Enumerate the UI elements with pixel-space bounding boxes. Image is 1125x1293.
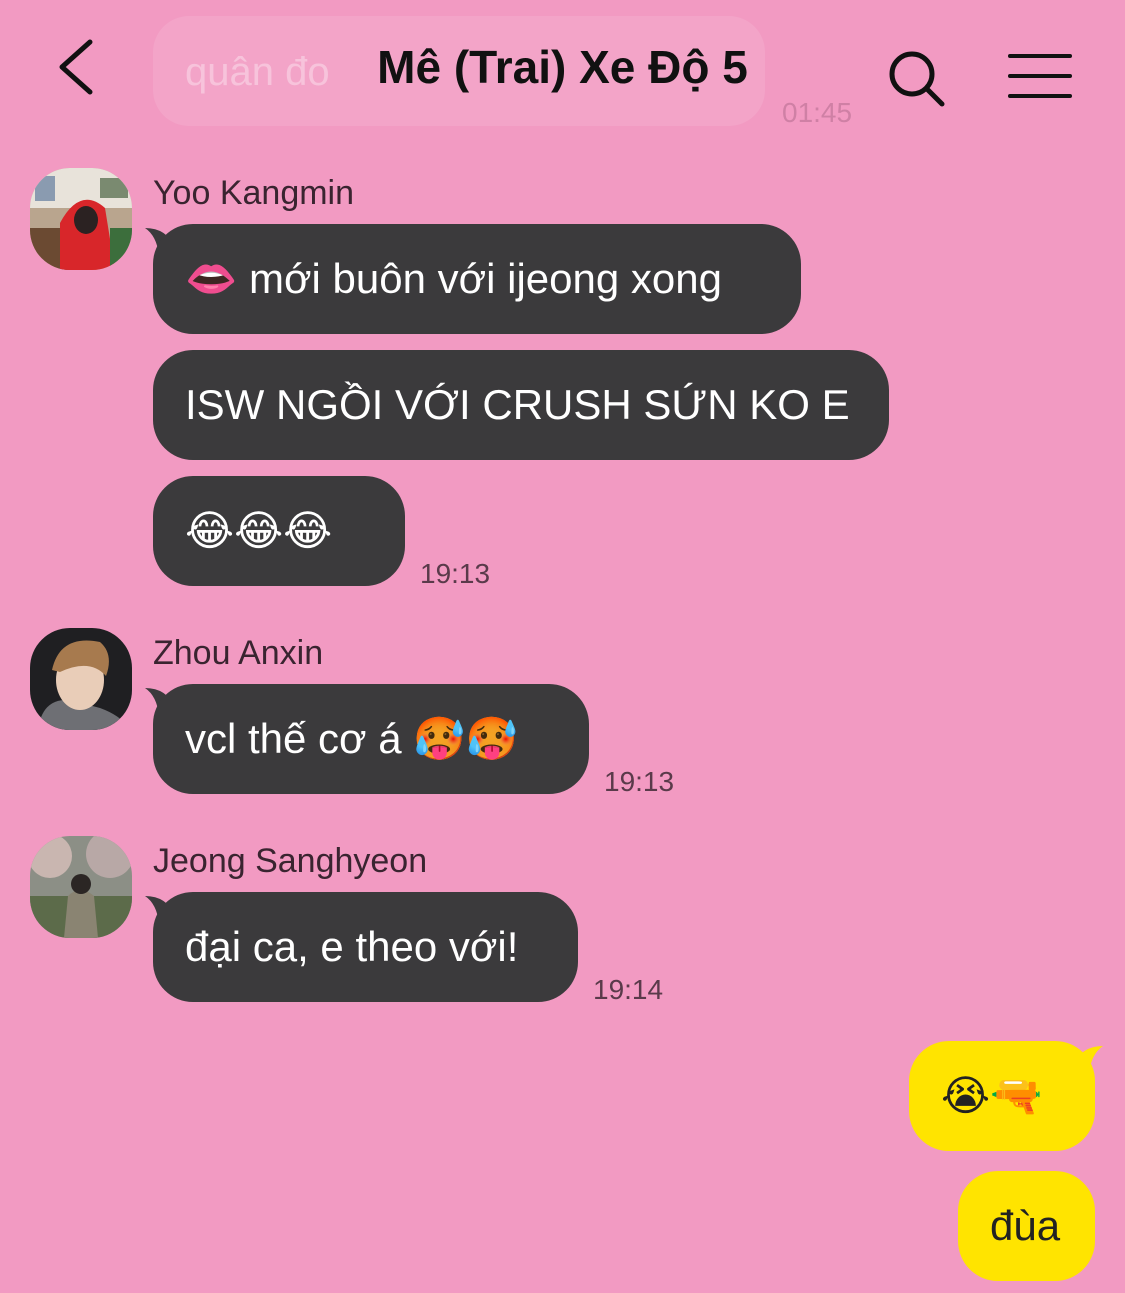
message-text: đùa [990,1202,1061,1249]
message-text: 😂😂😂 [185,506,333,555]
message-text: vcl thế cơ á 🥵🥵 [185,715,518,762]
message-time: 19:13 [420,558,491,589]
hamburger-menu-icon [1008,54,1072,98]
avatar[interactable] [30,628,132,730]
message-text: đại ca, e theo với! [185,923,519,970]
chat-title: Mê (Trai) Xe Độ 5 [377,41,748,93]
message-bubble[interactable]: đại ca, e theo với! [153,892,578,1002]
message-time: 19:14 [593,974,664,1005]
chevron-left-icon [59,39,93,95]
previous-message-time: 01:45 [782,97,853,128]
avatar[interactable] [30,836,132,938]
menu-button[interactable] [1004,50,1076,102]
sender-name: Jeong Sanghyeon [153,842,428,880]
message-text: 😭🔫 [941,1071,1043,1120]
message-bubble[interactable]: 👄 mới buôn với ijeong xong [153,224,801,334]
avatar-outdoor [30,836,132,938]
sender-name: Zhou Anxin [153,634,324,672]
avatar[interactable] [30,168,132,270]
sender-name: Yoo Kangmin [153,174,355,212]
message-time: 19:13 [604,766,675,797]
message-text: 👄 mới buôn với ijeong xong [185,255,722,302]
search-button[interactable] [884,46,950,112]
back-button[interactable] [50,34,110,100]
my-message-bubble[interactable]: đùa [958,1171,1095,1281]
message-bubble[interactable]: vcl thế cơ á 🥵🥵 [153,684,589,794]
message-bubble[interactable]: 😂😂😂 [153,476,405,586]
message-text: ISW NGỒI VỚI CRUSH SỨN KO E [185,381,850,428]
my-message-bubble[interactable]: 😭🔫 [909,1041,1095,1151]
message-bubble[interactable]: ISW NGỒI VỚI CRUSH SỨN KO E [153,350,889,460]
search-icon [889,51,945,107]
avatar-red-hoodie [30,168,132,270]
avatar-portrait [30,628,132,730]
previous-message-text: quân đo [185,50,330,94]
